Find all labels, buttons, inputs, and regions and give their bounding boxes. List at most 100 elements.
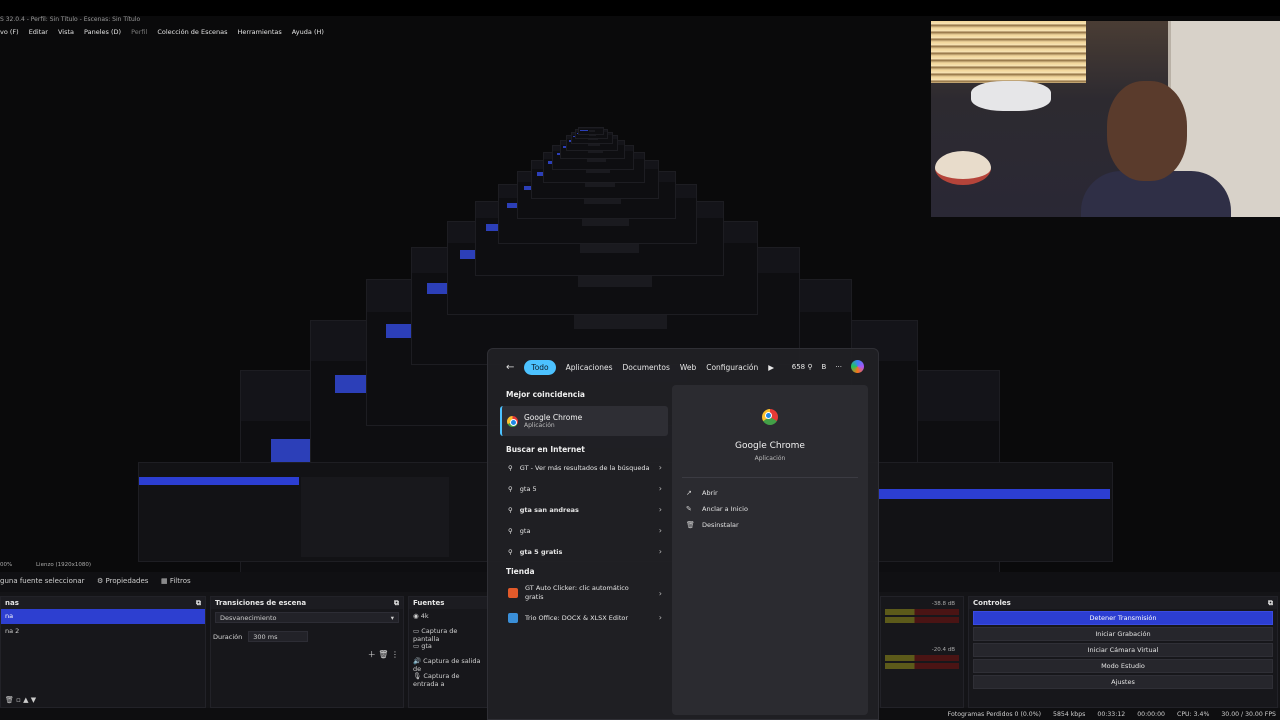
suggestion-label: gta san andreas [519, 505, 579, 514]
web-suggestion[interactable]: ⚲ GT - Ver más resultados de la búsqueda › [500, 457, 668, 478]
best-match-name: Google Chrome [524, 413, 583, 422]
fps: 30.00 / 30.00 FPS [1221, 710, 1276, 718]
pillow [971, 81, 1051, 111]
chevron-right-icon: › [658, 547, 662, 556]
menu-edit[interactable]: Editar [29, 28, 48, 40]
open-action[interactable]: ↗ Abrir [686, 489, 718, 497]
transitions-title: Transiciones de escena [215, 599, 307, 607]
tab-web[interactable]: Web [680, 363, 696, 372]
user-initial[interactable]: B [822, 363, 827, 371]
rec-time: 00:00:00 [1137, 710, 1165, 718]
auto-clicker-icon [508, 588, 518, 598]
detail-app-type: Aplicación [754, 455, 786, 462]
sources-title: Fuentes [413, 599, 445, 607]
tab-documents[interactable]: Documentos [623, 363, 670, 372]
action-label: Anclar a Inicio [702, 505, 748, 513]
rewards-value: 658 [791, 362, 806, 371]
live-time: 00:33:12 [1097, 710, 1126, 718]
transition-select[interactable]: Desvanecimiento ▾ [215, 612, 399, 623]
transition-type: Desvanecimiento [220, 614, 277, 622]
no-source-label: guna fuente seleccionar [0, 577, 85, 585]
internet-header: Buscar en Internet [506, 445, 585, 454]
web-suggestion[interactable]: ⚲ gta 5 › [500, 478, 668, 499]
trio-office-icon [508, 612, 518, 623]
top-black-strip [0, 0, 1280, 16]
rewards-count[interactable]: 658 ⚲ [792, 363, 813, 371]
scene-item[interactable]: na 2 [1, 624, 205, 639]
dropped-frames: Fotogramas Perdidos 0 (0.0%) [947, 710, 1042, 718]
search-icon: ⚲ [508, 505, 513, 514]
source-item[interactable]: ◉ 4k [409, 609, 489, 624]
obs-menu-bar: vo (F) Editar Vista Paneles (D) Perfil C… [0, 28, 324, 40]
search-extra: 658 ⚲ B ··· [792, 360, 864, 373]
web-suggestion[interactable]: ⚲ gta san andreas › [500, 499, 668, 520]
menu-docks[interactable]: Paneles (D) [84, 28, 121, 40]
stop-stream-button[interactable]: Detener Transmisión [973, 611, 1273, 625]
windows-search-panel: ← Todo Aplicaciones Documentos Web Confi… [487, 348, 879, 720]
copilot-icon[interactable] [851, 360, 864, 373]
chevron-right-icon: › [658, 463, 662, 472]
filters-tab[interactable]: ▦ Filtros [161, 577, 191, 585]
search-icon: ⚲ [508, 484, 513, 493]
window-blinds [931, 21, 1086, 83]
suggestion-label: gta [519, 526, 531, 535]
store-item[interactable]: Trio Office: DOCX & XLSX Editor › [500, 607, 668, 628]
source-item[interactable]: 🔊 Captura de salida de [409, 654, 489, 673]
menu-tools[interactable]: Herramientas [238, 28, 282, 40]
search-tabs: ← Todo Aplicaciones Documentos Web Confi… [506, 360, 774, 375]
tab-all[interactable]: Todo [524, 360, 556, 375]
action-label: Abrir [702, 489, 718, 497]
web-suggestion[interactable]: ⚲ gta › [500, 520, 668, 541]
detail-pane: Google Chrome Aplicación ↗ Abrir ✎ Anclar … [672, 385, 868, 715]
settings-button[interactable]: Ajustes [973, 675, 1273, 689]
start-recording-button[interactable]: Iniciar Grabación [973, 627, 1273, 641]
bitrate: 5854 kbps [1053, 710, 1086, 718]
open-icon: ↗ [686, 489, 692, 497]
start-virtual-cam-button[interactable]: Iniciar Cámara Virtual [973, 643, 1273, 657]
mixer-db-1: -38.8 dB [931, 601, 955, 607]
studio-mode-button[interactable]: Modo Estudio [973, 659, 1273, 673]
pin-icon: ✎ [686, 505, 692, 513]
more-options-icon[interactable]: ··· [835, 363, 842, 371]
tab-settings[interactable]: Configuración [706, 363, 758, 372]
web-suggestion[interactable]: ⚲ gta 5 gratis › [500, 541, 668, 562]
best-match-item[interactable]: Google Chrome Aplicación [500, 406, 668, 436]
person-head [1107, 81, 1187, 181]
audio-mixer-panel: -38.8 dB -20.4 dB [880, 596, 964, 708]
tab-apps[interactable]: Aplicaciones [566, 363, 613, 372]
source-item[interactable]: ▭ gta [409, 639, 489, 654]
source-label: Captura de entrada a [413, 672, 460, 688]
duration-label: Duración [213, 632, 243, 641]
meter-bar [885, 617, 959, 623]
menu-file[interactable]: vo (F) [0, 28, 19, 40]
pin-start-action[interactable]: ✎ Anclar a Inicio [686, 505, 748, 513]
detail-app-name: Google Chrome [735, 441, 805, 451]
canvas-size: Lienzo (1920x1080) [35, 562, 91, 568]
best-match-header: Mejor coincidencia [506, 390, 585, 399]
best-match-type: Aplicación [524, 422, 555, 429]
menu-help[interactable]: Ayuda (H) [292, 28, 324, 40]
back-arrow-icon[interactable]: ← [506, 362, 514, 373]
controls-title: Controles [973, 599, 1011, 607]
webcam-overlay [931, 21, 1280, 217]
menu-profile[interactable]: Perfil [131, 28, 147, 40]
chevron-right-icon: › [658, 613, 662, 622]
uninstall-action[interactable]: 🗑 Desinstalar [686, 521, 739, 529]
suggestion-label: GT - Ver más resultados de la búsqueda [519, 463, 650, 472]
properties-label: Propiedades [105, 577, 149, 585]
transition-buttons[interactable]: ＋ 🗑 ⋮ [368, 649, 399, 660]
duration-field[interactable]: 300 ms [248, 631, 309, 642]
filters-label: Filtros [169, 577, 191, 585]
suggestion-label: gta 5 gratis [519, 547, 563, 556]
divider [682, 477, 858, 478]
play-icon[interactable]: ▶ [768, 363, 774, 372]
properties-tab[interactable]: ⚙ Propiedades [97, 577, 148, 585]
meter-bar [885, 609, 959, 615]
store-item[interactable]: GT Auto Clicker: clic automático gratis › [500, 579, 668, 607]
menu-view[interactable]: Vista [58, 28, 74, 40]
canvas-info: 00% Lienzo (1920x1080) [0, 562, 91, 568]
menu-scene-collection[interactable]: Colección de Escenas [157, 28, 227, 40]
source-item[interactable]: 🎙 Captura de entrada a [409, 669, 489, 688]
scene-item[interactable]: na [1, 609, 205, 624]
source-item[interactable]: ▭ Captura de pantalla [409, 624, 489, 643]
